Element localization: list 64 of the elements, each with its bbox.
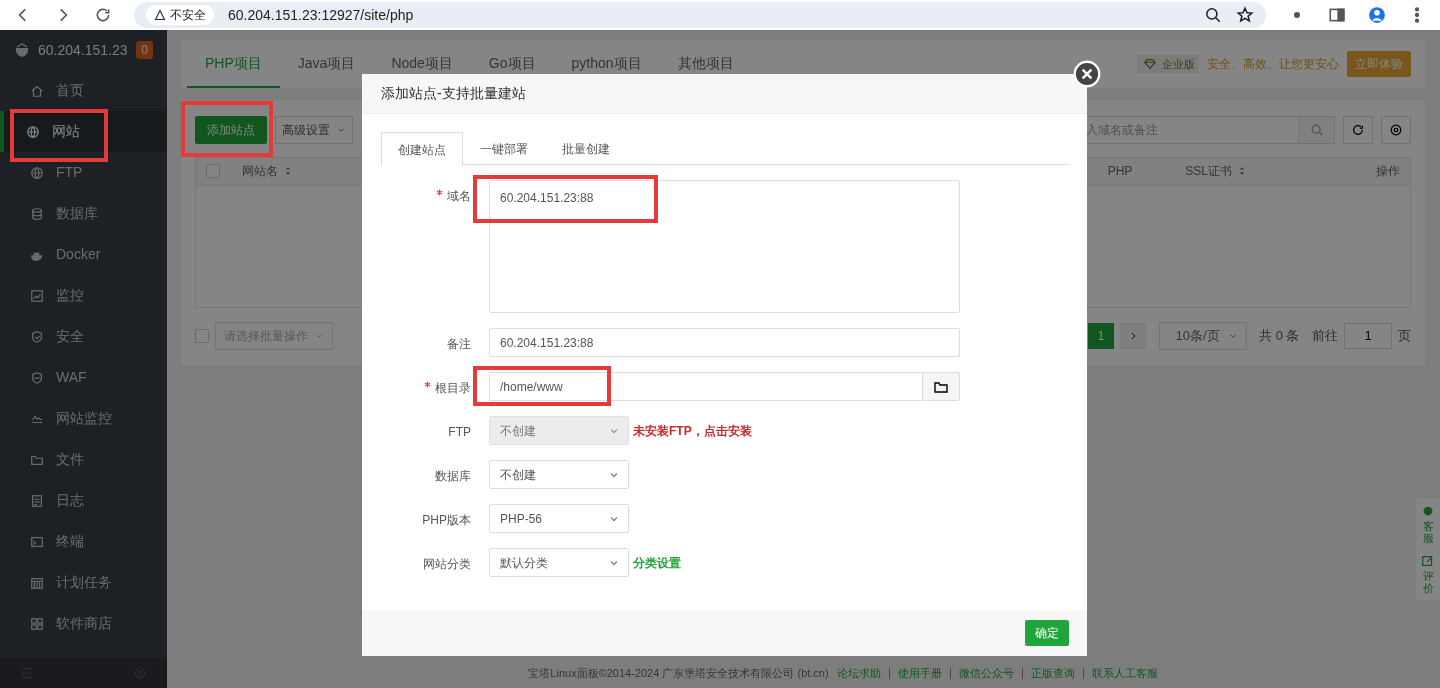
goto-label: 前往 xyxy=(1312,327,1338,346)
edition-label: 企业版 xyxy=(1162,56,1195,72)
field-label: FTP xyxy=(448,425,471,439)
footer-link[interactable]: 微信公众号 xyxy=(949,667,1014,679)
sidebar-item[interactable]: FTP xyxy=(0,152,167,193)
sidebar-item[interactable]: 数据库 xyxy=(0,193,167,234)
page-input[interactable]: 1 xyxy=(1344,323,1392,349)
domain-textarea[interactable]: 60.204.151.23:88 xyxy=(489,180,960,313)
field-label: 根目录 xyxy=(435,381,471,395)
try-now-button[interactable]: 立即体验 xyxy=(1347,51,1411,77)
field-label: 网站分类 xyxy=(423,557,471,571)
server-host: 60.204.151.23 xyxy=(38,40,128,60)
add-site-button[interactable]: 添加站点 xyxy=(195,115,267,144)
sidebar-item[interactable]: 网站 xyxy=(0,111,167,152)
sidebar-item[interactable]: 文件 xyxy=(0,439,167,480)
floating-button[interactable]: 评价 xyxy=(1421,554,1435,595)
sidebar-item[interactable]: 终端 xyxy=(0,521,167,562)
path-field[interactable]: /home/www xyxy=(489,372,922,401)
sidebar-item[interactable]: WAF xyxy=(0,357,167,398)
address-bar[interactable]: 不安全 60.204.151.23:12927/site/php xyxy=(134,2,1266,28)
confirm-button[interactable]: 确定 xyxy=(1025,620,1069,646)
sidebar-item[interactable]: 计划任务 xyxy=(0,562,167,603)
security-chip[interactable]: 不安全 xyxy=(146,5,214,25)
select-field[interactable]: PHP-56 xyxy=(489,504,629,533)
column-header[interactable]: 网站名 xyxy=(242,162,278,181)
column-header: 操作 xyxy=(1376,163,1400,181)
dialog-tab[interactable]: 一键部署 xyxy=(463,132,545,165)
dialog-tab[interactable]: 创建站点 xyxy=(381,132,463,166)
sidebar-item[interactable]: 日志 xyxy=(0,480,167,521)
copyright-text: 宝塔Linux面板©2014-2024 广东堡塔安全技术有限公司 (bt.cn) xyxy=(528,665,829,681)
input-field[interactable]: 60.204.151.23:88 xyxy=(489,328,960,357)
sidebar-item[interactable]: 监控 xyxy=(0,275,167,316)
sidebar-item[interactable]: 首页 xyxy=(0,70,167,111)
column-header: PHP xyxy=(1107,163,1133,181)
note-link[interactable]: 分类设置 xyxy=(633,553,681,572)
page-button[interactable]: 1 xyxy=(1088,323,1115,349)
floating-button[interactable]: 客服 xyxy=(1421,504,1435,545)
footer-link[interactable]: 联系人工客服 xyxy=(1082,667,1158,679)
field-label: 数据库 xyxy=(435,469,471,483)
total-count: 共 0 条 xyxy=(1259,327,1300,346)
select-field[interactable]: 不创建 xyxy=(489,460,629,489)
sidebar-item[interactable]: Docker xyxy=(0,234,167,275)
field-label: 域名 xyxy=(447,189,471,203)
security-label: 不安全 xyxy=(170,7,206,24)
footer-link[interactable]: 论坛求助 xyxy=(836,667,881,679)
page-size-select[interactable]: 10条/页 xyxy=(1158,322,1247,350)
select-field[interactable]: 默认分类 xyxy=(489,548,629,577)
notification-badge: 0 xyxy=(136,41,153,59)
advanced-settings-button[interactable]: 高级设置 xyxy=(275,115,353,144)
sidebar-item[interactable]: 网站监控 xyxy=(0,398,167,439)
sidebar-item[interactable]: 软件商店 xyxy=(0,603,167,644)
url-text: 60.204.151.23:12927/site/php xyxy=(228,5,414,25)
sidebar-item[interactable]: 安全 xyxy=(0,316,167,357)
footer-link[interactable]: 正版查询 xyxy=(1021,667,1075,679)
column-header[interactable]: SSL证书 xyxy=(1185,162,1232,181)
footer-link[interactable]: 使用手册 xyxy=(888,667,942,679)
promo-slogan: 安全、高效、让您更安心 xyxy=(1207,56,1339,73)
page-unit: 页 xyxy=(1398,327,1411,346)
project-tab[interactable]: PHP项目 xyxy=(187,40,280,88)
field-label: 备注 xyxy=(447,337,471,351)
dialog-title: 添加站点-支持批量建站 xyxy=(362,74,1087,114)
field-label: PHP版本 xyxy=(422,513,471,527)
select-field: 不创建 xyxy=(489,416,629,445)
dialog-tab[interactable]: 批量创建 xyxy=(545,132,627,165)
